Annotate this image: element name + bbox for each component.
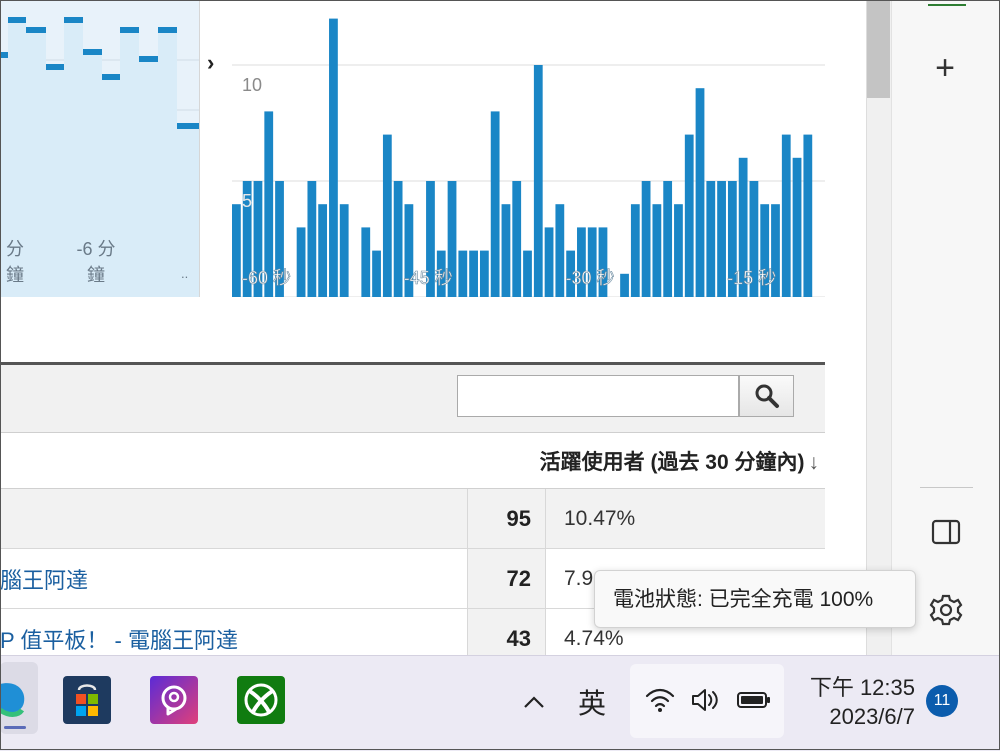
edge-icon[interactable]	[0, 662, 38, 734]
chart-bar	[479, 250, 489, 297]
chevron-up-icon[interactable]	[518, 686, 550, 718]
chart-bar	[361, 227, 371, 297]
x-tick-label: -30 秒	[566, 268, 615, 288]
browser-sidebar	[891, 0, 1000, 655]
chart-bar	[458, 250, 468, 297]
minute-activity-chart: 分 鐘 -6 分 鐘 ..	[0, 0, 200, 297]
seconds-bar-chart: 5 10 -60 秒 -45 秒 -30 秒 -15 秒	[232, 18, 825, 297]
page-scrollbar[interactable]	[866, 0, 891, 655]
table-header: 活躍使用者 (過去 30 分鐘內) ↓	[0, 433, 825, 490]
chart-bar	[555, 204, 565, 297]
x-tick-label: -15 秒	[727, 268, 776, 288]
clock-time[interactable]: 下午 12:35	[800, 670, 915, 702]
chart-bar	[232, 204, 241, 297]
chart-bar	[307, 181, 317, 297]
active-users-column-header[interactable]: 活躍使用者 (過去 30 分鐘內) ↓	[540, 446, 819, 476]
row-user-count: 72	[467, 549, 546, 608]
chart-bar	[523, 250, 532, 297]
sort-down-arrow-icon: ↓	[808, 451, 820, 474]
chart-bar	[382, 134, 392, 297]
chart-bar	[501, 204, 511, 297]
chart-bar	[630, 204, 640, 297]
chart-bar	[674, 204, 683, 297]
column-header-label: 活躍使用者 (過去 30 分鐘內)	[539, 451, 805, 474]
split-screen-icon[interactable]	[928, 516, 964, 548]
volume-icon	[692, 689, 718, 711]
chart-bar	[641, 181, 651, 297]
battery-status-tooltip: 電池狀態: 已完全充電 100%	[594, 570, 916, 628]
chart-bar	[695, 88, 705, 297]
sidebar-top-item[interactable]	[928, 0, 966, 6]
chart-bar	[372, 250, 381, 297]
chart-bar	[781, 134, 791, 297]
x-tick-label: -60 秒	[242, 268, 291, 288]
input-method-indicator[interactable]: 英	[578, 682, 606, 722]
chart-bar	[512, 181, 522, 297]
chart-bar	[684, 134, 694, 297]
copilot-icon[interactable]	[150, 676, 198, 724]
search-button[interactable]	[739, 375, 794, 417]
chart-bar	[717, 181, 726, 297]
table-row: 95 10.47%	[0, 489, 825, 549]
gear-icon[interactable]	[926, 590, 966, 630]
minute-more-label: ..	[181, 266, 189, 281]
minute-tick-label: 分 鐘	[6, 239, 24, 285]
chart-bar	[803, 134, 813, 297]
row-title-link[interactable]: P 值平板！ - 電腦王阿達	[0, 623, 238, 655]
table-search-bar	[0, 365, 825, 433]
clock-date[interactable]: 2023/6/7	[800, 704, 915, 730]
x-tick-label: -45 秒	[404, 268, 453, 288]
minute-tick-label: -6 分 鐘	[76, 239, 116, 285]
chart-bar	[706, 181, 716, 297]
chart-bar	[469, 250, 478, 297]
row-title-link[interactable]: 腦王阿達	[0, 563, 88, 595]
xbox-icon[interactable]	[237, 676, 285, 724]
row-percentage: 10.47%	[564, 507, 636, 530]
seconds-activity-chart: 5 10 -60 秒 -45 秒 -30 秒 -15 秒	[232, 0, 825, 297]
y-tick-label: 5	[242, 191, 252, 211]
chart-bar	[652, 204, 662, 297]
wifi-icon	[645, 688, 675, 712]
sidebar-divider	[920, 487, 973, 488]
chart-bar	[663, 181, 673, 297]
chart-bar	[296, 227, 306, 297]
notification-badge[interactable]: 11	[926, 685, 958, 717]
chart-bar	[792, 157, 802, 297]
chart-bar	[544, 227, 554, 297]
chart-divider	[199, 0, 233, 297]
scrollbar-thumb[interactable]	[867, 0, 890, 98]
search-icon	[755, 384, 779, 408]
chart-bar	[533, 65, 543, 297]
battery-icon	[737, 692, 770, 708]
chart-bar	[339, 204, 349, 297]
row-user-count: 95	[467, 489, 546, 548]
search-input[interactable]	[457, 375, 739, 417]
plus-icon[interactable]: +	[917, 48, 973, 92]
chart-bar	[490, 111, 500, 297]
quick-settings-tray[interactable]	[630, 664, 784, 738]
chart-bar	[393, 181, 403, 297]
y-tick-label: 10	[242, 75, 262, 95]
chevron-right-icon[interactable]: ›	[207, 50, 214, 76]
chart-bar	[318, 204, 328, 297]
microsoft-store-icon[interactable]	[63, 676, 111, 724]
chart-bar	[329, 18, 338, 297]
chart-bar	[620, 273, 629, 297]
